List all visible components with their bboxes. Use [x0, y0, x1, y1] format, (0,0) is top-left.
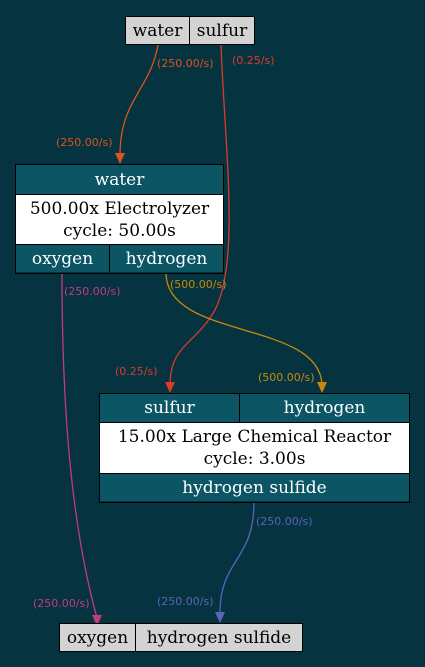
arrow-water: [115, 153, 125, 164]
electrolyzer-body: 500.00x Electrolyzer cycle: 50.00s: [16, 195, 223, 244]
edge-label-oxygen-in: (250.00/s): [33, 597, 90, 610]
edge-label-water-in: (250.00/s): [56, 136, 113, 149]
output-h2s-port[interactable]: hydrogen sulfide: [136, 624, 302, 651]
output-node[interactable]: oxygen hydrogen sulfide: [59, 623, 303, 652]
edge-label-hydrogen-in: (500.00/s): [258, 371, 315, 384]
reactor-cycle: cycle: 3.00s: [203, 449, 306, 469]
electrolyzer-node[interactable]: water 500.00x Electrolyzer cycle: 50.00s…: [15, 164, 224, 274]
electrolyzer-output-hydrogen[interactable]: hydrogen: [110, 245, 223, 272]
reactor-input-hydrogen[interactable]: hydrogen: [240, 394, 409, 422]
reactor-body: 15.00x Large Chemical Reactor cycle: 3.0…: [100, 423, 409, 473]
edge-label-h2s-in: (250.00/s): [157, 595, 214, 608]
edge-label-water-out: (250.00/s): [157, 57, 214, 70]
edges-layer: [61, 44, 327, 626]
electrolyzer-input-water[interactable]: water: [16, 165, 223, 194]
electrolyzer-title: 500.00x Electrolyzer: [29, 198, 210, 219]
arrow-sulfur: [165, 382, 175, 393]
edge-label-hydrogen-out: (500.00/s): [170, 278, 227, 291]
output-oxygen-port[interactable]: oxygen: [60, 624, 136, 651]
arrow-hydrogen: [317, 382, 327, 393]
input-water-port[interactable]: water: [126, 17, 190, 44]
edge-label-oxygen-out: (250.00/s): [64, 285, 121, 298]
edge-water: [119, 44, 159, 156]
reactor-title: 15.00x Large Chemical Reactor: [117, 427, 392, 447]
input-sulfur-port[interactable]: sulfur: [190, 17, 254, 44]
electrolyzer-cycle: cycle: 50.00s: [63, 220, 176, 241]
input-node[interactable]: water sulfur: [125, 16, 255, 45]
edge-h2s: [219, 502, 255, 613]
reactor-node[interactable]: sulfur hydrogen 15.00x Large Chemical Re…: [99, 393, 410, 503]
reactor-output-h2s[interactable]: hydrogen sulfide: [100, 474, 409, 501]
electrolyzer-output-oxygen[interactable]: oxygen: [16, 245, 110, 272]
arrow-h2s: [215, 612, 225, 623]
edge-label-sulfur-in: (0.25/s): [115, 365, 158, 378]
flow-diagram: water sulfur water 500.00x Electrolyzer …: [0, 0, 425, 667]
edge-label-sulfur-out: (0.25/s): [232, 54, 275, 67]
edge-label-h2s-out: (250.00/s): [256, 515, 313, 528]
edge-oxygen: [61, 272, 98, 619]
reactor-input-sulfur[interactable]: sulfur: [100, 394, 240, 422]
